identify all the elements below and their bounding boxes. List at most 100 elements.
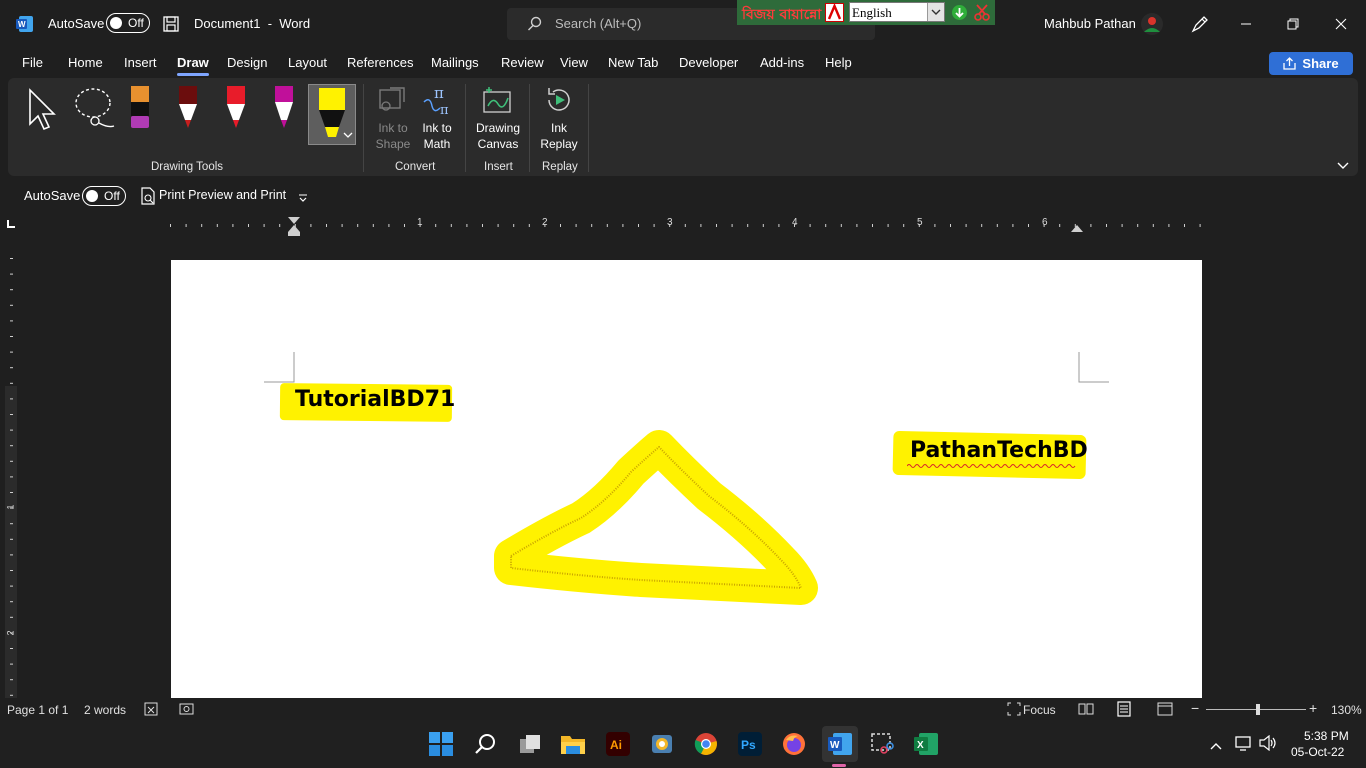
- lasso-select-button[interactable]: [70, 86, 120, 132]
- avatar[interactable]: [1140, 12, 1164, 41]
- photos-app-icon[interactable]: [646, 728, 678, 760]
- chrome-icon[interactable]: [690, 728, 722, 760]
- highlighter-yellow-button[interactable]: [308, 84, 356, 145]
- horizontal-ruler[interactable]: 1 2 3 4 5 6: [0, 214, 1366, 236]
- volume-icon[interactable]: [1259, 734, 1277, 756]
- document-text-pathantechbd[interactable]: PathanTechBD: [910, 438, 1088, 463]
- exit-scissors-icon[interactable]: [973, 3, 991, 26]
- ruler-tick: [1152, 224, 1154, 227]
- ruler-tick: [357, 224, 359, 227]
- task-view-icon[interactable]: [514, 728, 546, 760]
- file-explorer-icon[interactable]: [557, 728, 589, 760]
- vruler-tick: [10, 273, 13, 275]
- select-tool-button[interactable]: [24, 86, 64, 132]
- tab-design[interactable]: Design: [227, 55, 267, 70]
- accessibility-icon[interactable]: [179, 702, 195, 719]
- bijoy-logo-icon[interactable]: [825, 2, 844, 22]
- minimize-button[interactable]: [1223, 0, 1269, 48]
- drawing-canvas-icon: [481, 84, 513, 121]
- tab-new-tab[interactable]: New Tab: [608, 55, 658, 70]
- vertical-ruler[interactable]: 1 2: [0, 236, 24, 698]
- taskbar: Ai Ps W X 5:38 PM 05-Oct-22: [0, 720, 1366, 768]
- tab-draw[interactable]: Draw: [177, 55, 209, 76]
- zoom-in-button[interactable]: +: [1309, 700, 1317, 716]
- ink-drawing-triangle[interactable]: [471, 410, 831, 610]
- tab-view[interactable]: View: [560, 55, 588, 70]
- tab-developer[interactable]: Developer: [679, 55, 738, 70]
- proofing-icon[interactable]: [144, 702, 158, 719]
- zoom-slider[interactable]: [1206, 704, 1306, 715]
- pen-red-button[interactable]: [224, 84, 248, 132]
- group-label-drawing-tools: Drawing Tools: [151, 161, 224, 173]
- tab-home[interactable]: Home: [68, 55, 103, 70]
- pen-designer-icon[interactable]: [1190, 14, 1210, 39]
- network-icon[interactable]: [1235, 735, 1253, 756]
- snipping-tool-icon[interactable]: [866, 728, 898, 760]
- drawing-canvas-button[interactable]: Drawing Canvas: [472, 120, 524, 152]
- ruler-number: 1: [417, 217, 423, 228]
- focus-button[interactable]: Focus: [1023, 703, 1056, 717]
- customize-qat-chevron-icon[interactable]: [298, 190, 308, 208]
- zoom-out-button[interactable]: −: [1191, 700, 1199, 716]
- ink-to-shape-button[interactable]: Ink to Shape: [370, 120, 416, 152]
- ink-replay-button[interactable]: Ink Replay: [536, 120, 582, 152]
- tab-references[interactable]: References: [347, 55, 413, 70]
- ruler-tick: [950, 224, 951, 227]
- tab-file[interactable]: File: [22, 55, 43, 70]
- autosave-label: AutoSave: [48, 16, 105, 31]
- read-mode-icon[interactable]: [1078, 702, 1094, 719]
- clock-time[interactable]: 5:38 PM: [1304, 729, 1349, 743]
- ink-to-shape-icon: [376, 84, 408, 121]
- ink-replay-label-2: Replay: [540, 137, 578, 151]
- tab-add-ins[interactable]: Add-ins: [760, 55, 804, 70]
- zoom-slider-thumb[interactable]: [1256, 704, 1260, 715]
- restore-button[interactable]: [1270, 0, 1316, 48]
- close-button[interactable]: [1318, 0, 1364, 48]
- autosave-state: Off: [128, 16, 144, 30]
- start-windows-icon[interactable]: [425, 728, 457, 760]
- pen-orange-button[interactable]: [128, 84, 152, 132]
- tab-help[interactable]: Help: [825, 55, 852, 70]
- qat-autosave-toggle[interactable]: Off: [82, 186, 126, 206]
- tray-chevron-up-icon[interactable]: [1209, 738, 1223, 756]
- page-count[interactable]: Page 1 of 1: [7, 703, 68, 717]
- document-page[interactable]: TutorialBD71 PathanTechBD: [171, 260, 1202, 700]
- pen-magenta-button[interactable]: [272, 84, 296, 132]
- pen-dark-red-button[interactable]: [176, 84, 200, 132]
- vruler-tick: [10, 382, 13, 384]
- clock-date[interactable]: 05-Oct-22: [1291, 745, 1344, 759]
- web-layout-icon[interactable]: [1157, 702, 1173, 719]
- photoshop-icon[interactable]: Ps: [734, 728, 766, 760]
- document-text-tutorialbd71[interactable]: TutorialBD71: [295, 387, 455, 412]
- illustrator-icon[interactable]: Ai: [602, 728, 634, 760]
- print-preview-button[interactable]: Print Preview and Print: [159, 188, 286, 202]
- firefox-icon[interactable]: [778, 728, 810, 760]
- search-taskbar-icon[interactable]: [469, 728, 501, 760]
- tab-review[interactable]: Review: [501, 55, 544, 70]
- user-name[interactable]: Mahbub Pathan: [1044, 16, 1136, 31]
- ruler-tick: [404, 224, 405, 227]
- ruler-tick: [310, 224, 312, 227]
- save-icon[interactable]: [162, 15, 180, 38]
- vruler-tick: [10, 398, 13, 400]
- tab-mailings[interactable]: Mailings: [431, 55, 479, 70]
- download-icon[interactable]: [951, 4, 968, 26]
- word-count[interactable]: 2 words: [84, 703, 126, 717]
- autosave-toggle[interactable]: Off: [106, 13, 150, 33]
- word-app-icon[interactable]: W: [16, 15, 34, 33]
- language-select[interactable]: English: [849, 2, 945, 22]
- vruler-tick: [10, 538, 13, 540]
- word-taskbar-icon[interactable]: W: [822, 726, 858, 762]
- title-bar: W AutoSave Off Document1 - Word Search (…: [0, 0, 1366, 48]
- ribbon-collapse-chevron-icon[interactable]: [1336, 158, 1350, 176]
- print-layout-icon[interactable]: [1117, 701, 1131, 720]
- tab-insert[interactable]: Insert: [124, 55, 157, 70]
- ink-to-math-button[interactable]: Ink to Math: [414, 120, 460, 152]
- ruler-tick: [528, 224, 530, 227]
- zoom-level[interactable]: 130%: [1331, 703, 1362, 717]
- share-button[interactable]: Share: [1269, 52, 1353, 75]
- excel-icon[interactable]: X: [910, 728, 942, 760]
- tab-layout[interactable]: Layout: [288, 55, 327, 70]
- ruler-tick: [778, 224, 780, 227]
- group-label-insert: Insert: [484, 161, 513, 173]
